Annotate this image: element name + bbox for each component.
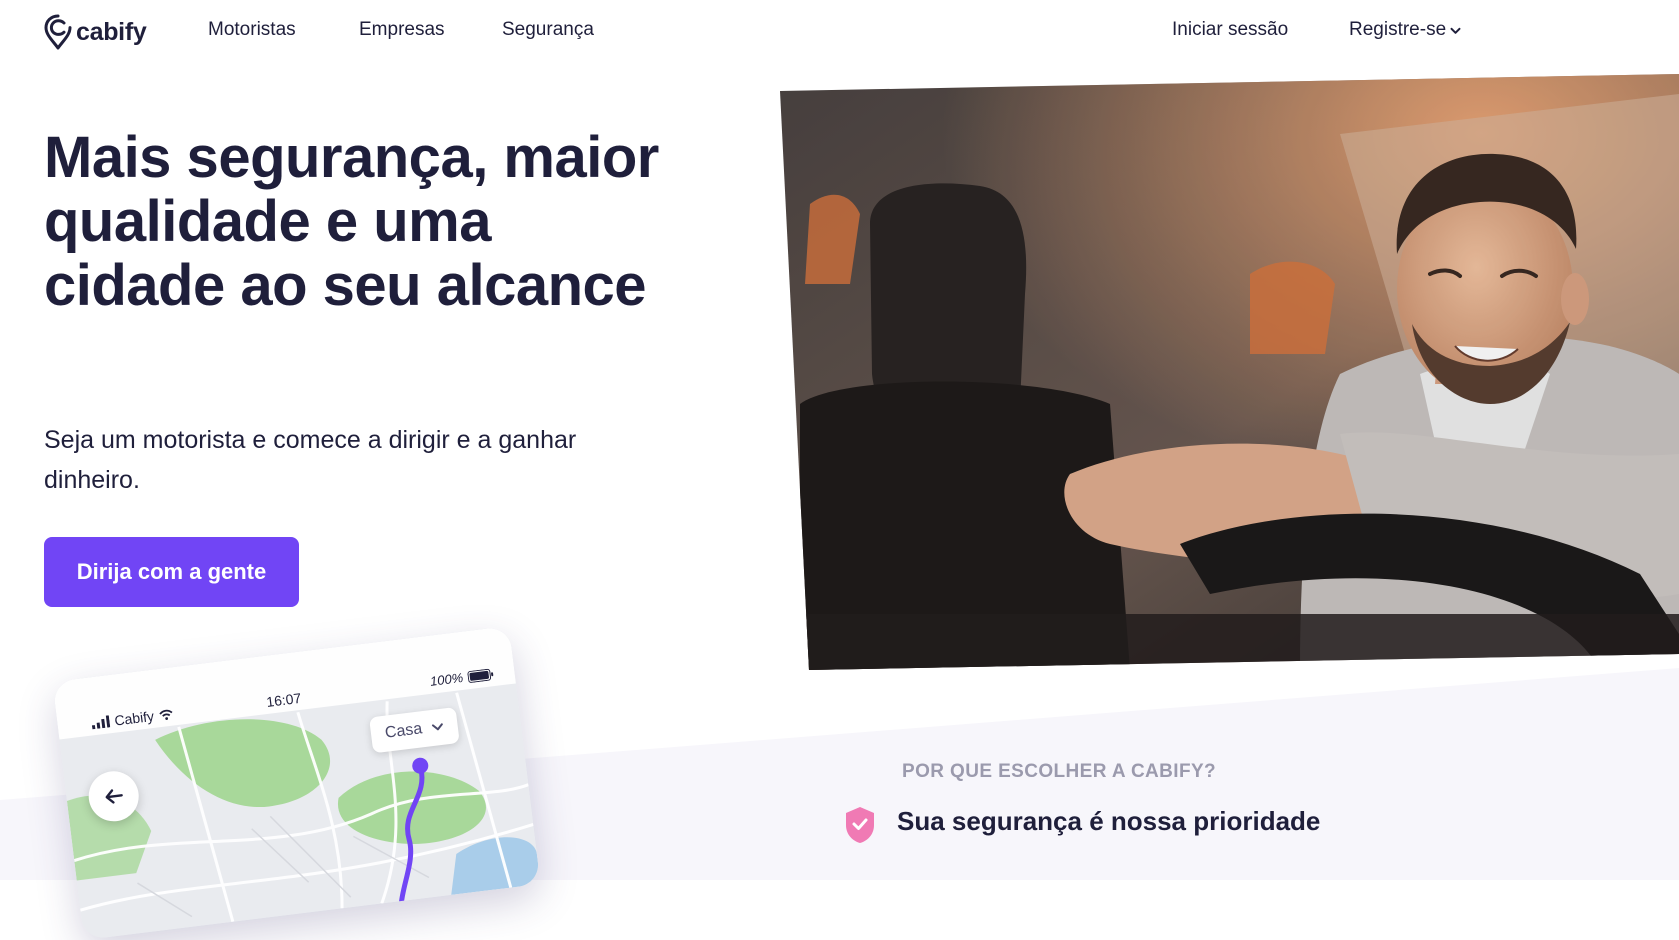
- nav-link-empresas[interactable]: Empresas: [359, 18, 445, 42]
- logo-wordmark: cabify: [76, 17, 147, 46]
- arrow-left-icon: [105, 789, 123, 804]
- chevron-down-icon: [1450, 27, 1461, 34]
- shield-icon: [846, 807, 874, 843]
- register-dropdown[interactable]: Registre-se: [1349, 18, 1461, 42]
- nav-link-seguranca[interactable]: Segurança: [502, 18, 594, 42]
- why-cabify-label: POR QUE ESCOLHER A CABIFY?: [902, 761, 1217, 782]
- battery-icon: [467, 668, 494, 683]
- hero-title: Mais segurança, maior qualidade e uma ci…: [44, 125, 659, 318]
- wifi-icon: [158, 709, 173, 720]
- site-header: cabify Motoristas Empresas Segurança Ini…: [0, 0, 1679, 62]
- phone-screen: Cabify 16:07 100% Casa: [52, 625, 541, 940]
- drive-with-us-button[interactable]: Dirija com a gente: [44, 537, 299, 607]
- login-link[interactable]: Iniciar sessão: [1172, 18, 1288, 42]
- cabify-logo[interactable]: cabify: [44, 14, 147, 50]
- hero-subtitle: Seja um motorista e comece a dirigir e a…: [44, 426, 577, 494]
- register-label: Registre-se: [1349, 19, 1447, 40]
- nav-link-motoristas[interactable]: Motoristas: [208, 18, 296, 42]
- destination-label: Casa: [384, 720, 424, 742]
- signal-bars-icon: [91, 715, 111, 730]
- why-item-title: Sua segurança é nossa prioridade: [897, 806, 1321, 836]
- why-item-safety: Sua segurança é nossa prioridade: [843, 805, 1320, 845]
- cabify-pin-logo-icon: [44, 14, 72, 50]
- hero-driver-photo: [780, 74, 1679, 670]
- app-phone-mockup: Cabify 16:07 100% Casa: [52, 625, 574, 940]
- chevron-down-icon: [432, 723, 444, 731]
